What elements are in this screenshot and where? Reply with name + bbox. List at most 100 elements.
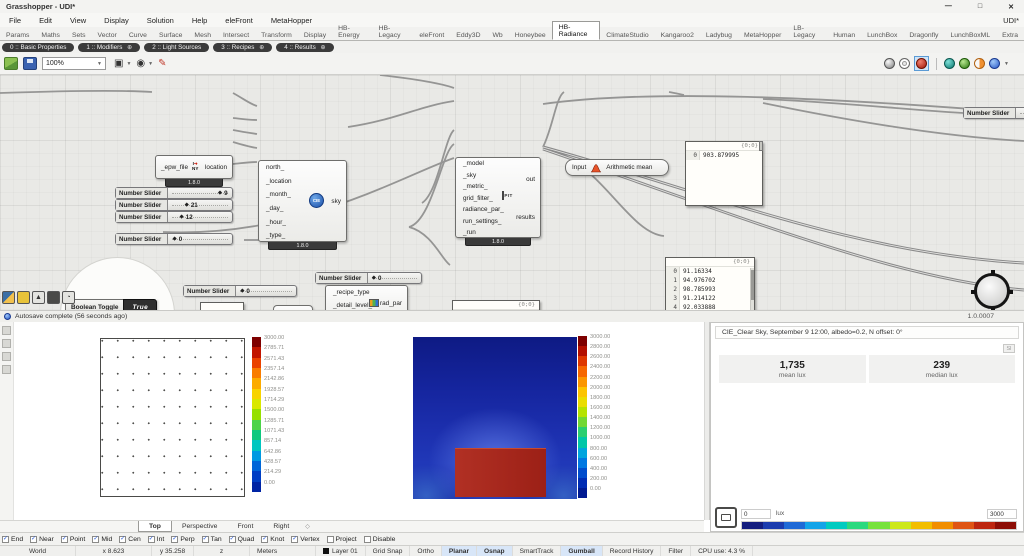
chevron-down-icon[interactable]: ▼ — [148, 61, 153, 67]
checkbox-icon[interactable]: ✓ — [201, 535, 209, 543]
arithmetic-mean-component[interactable]: Input Arithmetic mean — [565, 159, 669, 176]
status-cell[interactable]: Gumball — [561, 546, 603, 556]
status-cell[interactable]: Ortho — [410, 546, 442, 556]
results-list-panel[interactable]: {0;0} 0 91.16334 1 94.976702 2 98.785993… — [665, 257, 755, 310]
new-viewport-icon[interactable]: ◇ — [305, 523, 310, 530]
slider-track[interactable]: ◆ 9 — [168, 188, 232, 198]
scale-max-input[interactable] — [987, 509, 1017, 519]
input-port[interactable]: _recipe_type — [326, 286, 407, 299]
slider-grip-icon[interactable]: ◆ — [185, 202, 189, 208]
viewport-tab[interactable]: Right — [263, 521, 299, 532]
slider-grip-icon[interactable]: ◆ — [218, 190, 222, 196]
status-cell[interactable]: y 35.258 — [152, 546, 194, 556]
osnap-option[interactable]: ✓ Perp — [171, 535, 195, 543]
plugin-tab[interactable]: HB-Legacy — [373, 23, 414, 40]
osnap-option[interactable]: ✓ Point — [60, 535, 85, 543]
viewport-tab[interactable]: Perspective — [172, 521, 228, 532]
close-icon[interactable]: ✕ — [1008, 3, 1014, 11]
plugin-tab[interactable]: Dragonfly — [903, 30, 944, 40]
preview-sphere-icon[interactable] — [884, 58, 896, 69]
slider-grip-icon[interactable]: ◆ — [372, 275, 376, 281]
plugin-tab[interactable]: Curve — [123, 30, 153, 40]
canvas-compass-widget[interactable] — [971, 270, 1013, 310]
slider-marker[interactable]: ◆ 0 — [240, 286, 250, 296]
checkbox-icon[interactable]: ✓ — [228, 535, 236, 543]
radiance-parameter-component[interactable]: _recipe_type_detail_level_additional_par… — [325, 285, 408, 310]
display-monitor-button[interactable] — [715, 507, 737, 528]
export-icon[interactable]: ▲ — [32, 291, 45, 304]
detail-level-slider[interactable]: Number Slider ◆ 0 — [183, 285, 297, 297]
osnap-option[interactable]: ✓ Cen — [119, 535, 141, 543]
bake-icon[interactable] — [17, 291, 30, 304]
port-location[interactable]: location — [205, 164, 227, 171]
status-cell[interactable]: z — [194, 546, 250, 556]
ab-bounces-panel[interactable]: -ab 8 — [200, 302, 244, 310]
category-pill[interactable]: 0 :: Basic Properties ⊕ — [2, 42, 75, 52]
chevron-down-icon[interactable]: ▼ — [1004, 61, 1009, 67]
port-results[interactable]: results — [516, 214, 535, 221]
toolbar-icon[interactable] — [2, 326, 11, 335]
panel-grip[interactable] — [759, 141, 763, 151]
scale-min-input[interactable] — [741, 509, 771, 519]
radiance-params-panel[interactable]: {0;0} 0 -aa 0.25 -ab 8 -ad 512 -ar 16 -a… — [452, 300, 540, 310]
category-pill[interactable]: 3 :: Recipes ⊕ — [213, 42, 273, 52]
grasshopper-canvas[interactable]: _epw_file I➜ NY location 1.8.0 Number Sli… — [0, 75, 1024, 310]
number-slider[interactable]: Number Slider ◆ 21 — [115, 199, 233, 211]
toolbar-icon[interactable] — [2, 365, 11, 374]
port-out[interactable]: out — [526, 176, 535, 183]
slider-grip-icon[interactable]: ◆ — [180, 214, 184, 220]
plugin-tab[interactable]: Maths — [35, 30, 66, 40]
checkbox-icon[interactable]: ✓ — [119, 535, 127, 543]
slider-track[interactable]: ◆ 0 — [368, 273, 421, 283]
osnap-option[interactable]: ✓ Int — [147, 535, 164, 543]
checkbox-icon[interactable]: ✓ — [147, 535, 155, 543]
unit-system-badge[interactable]: SI — [1003, 344, 1015, 353]
plugin-tab[interactable]: HB-Energy — [332, 23, 372, 40]
status-cell[interactable]: Layer 01 — [316, 546, 366, 556]
plugin-tab[interactable]: eleFront — [413, 30, 450, 40]
checkbox-icon[interactable]: ✓ — [363, 535, 371, 543]
osnap-option[interactable]: ✓ Disable — [363, 535, 395, 543]
status-cell[interactable]: Osnap — [477, 546, 513, 556]
slider-marker[interactable]: ◆ 9 — [218, 188, 228, 198]
input-port[interactable]: _type_ — [259, 229, 346, 243]
plugin-tab[interactable]: Honeybee — [509, 30, 552, 40]
slider-track[interactable]: ◆ 12 — [168, 212, 232, 222]
status-cell[interactable]: Filter — [661, 546, 692, 556]
port-epw-file[interactable]: _epw_file — [161, 164, 188, 171]
plugin-tab[interactable]: Transform — [255, 30, 298, 40]
checkbox-icon[interactable]: ✓ — [261, 535, 269, 543]
mean-output-panel[interactable]: {0;0} 0 903.879995 — [685, 141, 763, 206]
slider-grip-icon[interactable]: ◆ — [240, 288, 244, 294]
menu-item[interactable]: View — [61, 16, 95, 25]
plugin-tab[interactable]: LunchBoxML — [944, 30, 996, 40]
plugin-tab[interactable]: Surface — [153, 30, 188, 40]
plugin-tab[interactable]: Intersect — [217, 30, 255, 40]
plugin-tab[interactable]: ClimateStudio — [600, 30, 654, 40]
osnap-option[interactable]: ✓ End — [2, 535, 23, 543]
cie-sky-component[interactable]: north_ _location _month_ _day_ _hour_ _type_ … — [258, 160, 347, 250]
recipe-type-slider[interactable]: Number Slider ◆ 0 — [315, 272, 422, 284]
plugin-tab[interactable]: LunchBox — [861, 30, 903, 40]
toolbar-icon[interactable] — [2, 352, 11, 361]
checkbox-icon[interactable]: ✓ — [60, 535, 68, 543]
display-half-icon[interactable] — [974, 58, 986, 69]
menu-item[interactable]: Solution — [138, 16, 183, 25]
preview-shaded-selected[interactable] — [914, 56, 930, 71]
plugin-tab[interactable]: Sets — [66, 30, 92, 40]
slider-marker[interactable]: ◆ 0 — [172, 234, 182, 244]
input-port[interactable]: _model — [456, 158, 540, 170]
toggle-value[interactable]: True — [123, 299, 158, 310]
plugin-tab[interactable]: HB-Radiance — [551, 21, 601, 40]
preview-eye-icon[interactable]: ◉ — [136, 58, 145, 69]
checkbox-icon[interactable]: ✓ — [30, 535, 38, 543]
slider-marker[interactable]: ◆ 21 — [185, 200, 198, 210]
osnap-option[interactable]: ✓ Tan — [201, 535, 222, 543]
point-in-time-recipe-component[interactable]: _model _sky _metric_ grid_filter_ radiance_p… — [455, 157, 541, 246]
preview-wireframe-icon[interactable] — [899, 58, 911, 69]
plugin-tab[interactable]: Vector — [92, 30, 123, 40]
epw-import-component[interactable]: _epw_file I➜ NY location 1.8.0 — [155, 155, 233, 187]
plugin-tab[interactable]: LB-Legacy — [787, 23, 827, 40]
osnap-option[interactable]: ✓ Mid — [92, 535, 112, 543]
zoom-extents-icon[interactable]: ▣ — [114, 58, 123, 69]
